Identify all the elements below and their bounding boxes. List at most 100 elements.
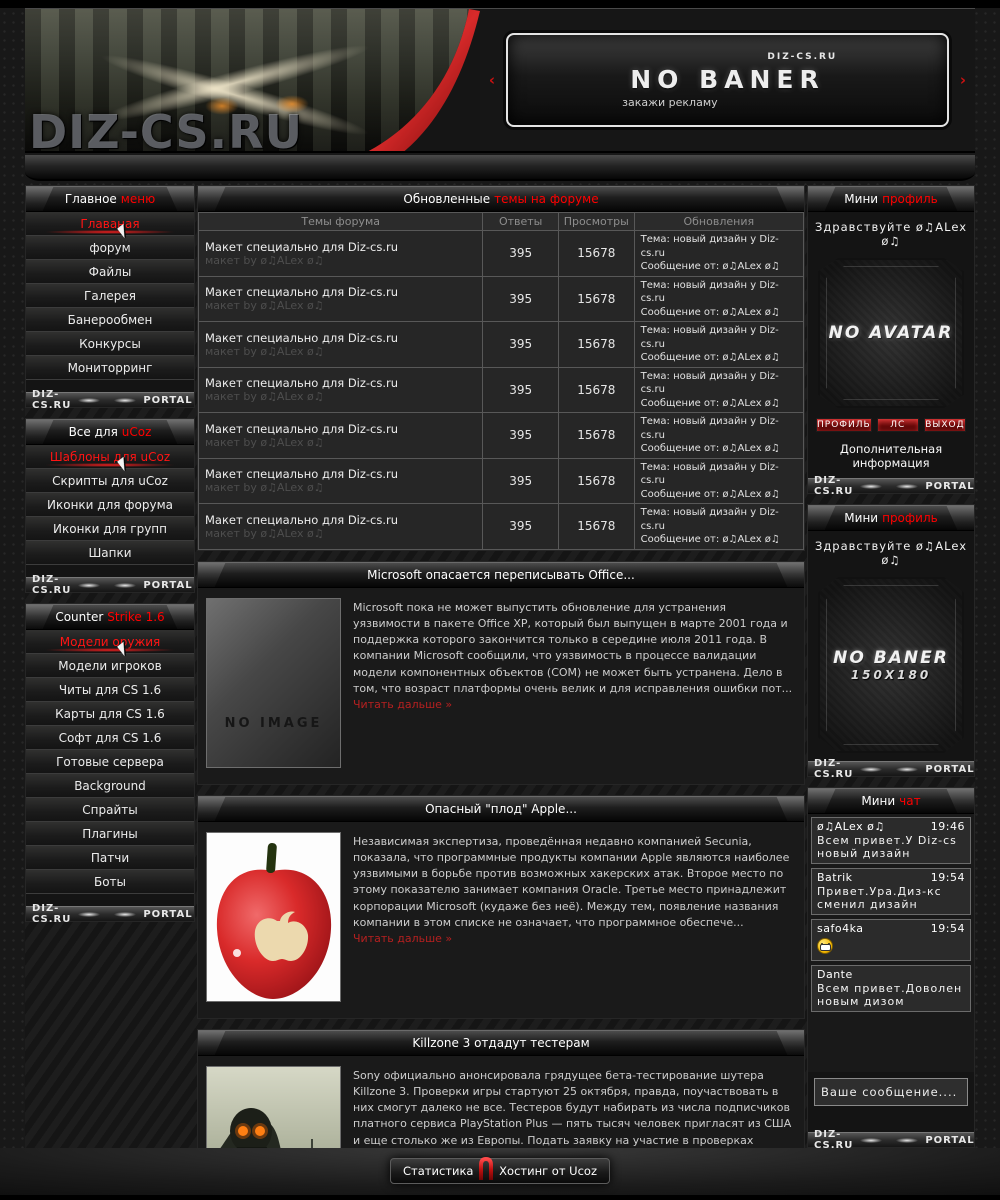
menu-item[interactable]: Боты — [26, 870, 194, 894]
chat-message: safo4ka 19:54 — [811, 919, 971, 961]
page: DIZ-CS.RU ‹ DIZ-CS.RU NO BANER закажи ре… — [0, 0, 1000, 1200]
chat-timestamp: 19:54 — [931, 871, 965, 884]
portal-bar: DIZ-CS.RU PORTAL — [26, 392, 194, 407]
chat-timestamp: 19:46 — [931, 820, 965, 833]
forum-topic-row[interactable]: Макет специально для Diz-cs.ruмакет by ø… — [199, 322, 804, 368]
menu-item[interactable]: Патчи — [26, 846, 194, 870]
header-ad-banner[interactable]: DIZ-CS.RU NO BANER закажи рекламу — [506, 33, 949, 127]
menu-item[interactable]: Шаблоны для uCoz — [26, 445, 194, 469]
menu-item[interactable]: Конкурсы — [26, 332, 194, 356]
title-accent: темы на форуме — [494, 192, 598, 206]
menu-item[interactable]: Читы для CS 1.6 — [26, 678, 194, 702]
title-accent: Strike 1.6 — [107, 610, 164, 624]
read-more-link[interactable]: Читать дальше » — [353, 698, 452, 711]
col-header-replies: Ответы — [483, 213, 559, 231]
profile-action-button[interactable]: ЛС — [877, 418, 919, 432]
cs16-menu-title: Counter Strike 1.6 — [26, 604, 194, 630]
chat-username[interactable]: ø♫ALex ø♫ — [817, 820, 885, 833]
forum-topic-row[interactable]: Макет специально для Diz-cs.ruмакет by ø… — [199, 458, 804, 504]
news-title: Опасный "плод" Apple... — [198, 796, 804, 822]
portal-bar-site[interactable]: DIZ-CS.RU — [32, 574, 71, 596]
title-accent: чат — [899, 794, 920, 808]
site-container: DIZ-CS.RU ‹ DIZ-CS.RU NO BANER закажи ре… — [25, 8, 975, 1200]
banner-main-label: NO BANER — [508, 65, 947, 94]
footer-hosting-link[interactable]: Хостинг от Ucoz — [499, 1164, 597, 1178]
chat-username[interactable]: Batrik — [817, 871, 853, 884]
portal-bar-portal[interactable]: PORTAL — [925, 764, 974, 775]
footer-stats-link[interactable]: Статистика — [403, 1164, 473, 1178]
banner-next-arrow[interactable]: › — [957, 71, 969, 89]
chat-username[interactable]: Dante — [817, 968, 853, 981]
menu-item[interactable]: Банерообмен — [26, 308, 194, 332]
chat-timestamp: 19:54 — [931, 922, 965, 935]
header-banner-art: DIZ-CS.RU — [25, 9, 480, 151]
no-baner-placeholder[interactable]: NO BANER 150X180 — [818, 577, 964, 753]
bottom-strip — [0, 1195, 1000, 1200]
mini-chat-title: Мини чат — [808, 788, 974, 814]
menu-item[interactable]: Плагины — [26, 822, 194, 846]
portal-bar-portal[interactable]: PORTAL — [925, 481, 974, 492]
site-logo: DIZ-CS.RU — [29, 105, 303, 151]
menu-item[interactable]: Модели оружия — [26, 630, 194, 654]
header-divider-band — [25, 155, 975, 181]
col-header-updates: Обновления — [634, 213, 803, 231]
profile-action-button[interactable]: ВЫХОД — [924, 418, 966, 432]
profile-action-button[interactable]: ПРОФИЛЬ — [816, 418, 872, 432]
menu-item[interactable]: Галерея — [26, 284, 194, 308]
portal-bar-portal[interactable]: PORTAL — [143, 395, 192, 406]
portal-bar-portal[interactable]: PORTAL — [925, 1135, 974, 1146]
no-image-label: NO IMAGE — [207, 716, 340, 731]
forum-topic-row[interactable]: Макет специально для Diz-cs.ruмакет by ø… — [199, 276, 804, 322]
article-text: Microsoft пока не может выпустить обновл… — [353, 601, 792, 695]
cs16-menu-list: Модели оружия Модели игроков — [26, 630, 194, 894]
menu-item[interactable]: Карты для CS 1.6 — [26, 702, 194, 726]
menu-item[interactable]: Софт для CS 1.6 — [26, 726, 194, 750]
menu-item[interactable]: Главаная — [26, 212, 194, 236]
menu-item[interactable]: Файлы — [26, 260, 194, 284]
banner-site-label: DIZ-CS.RU — [767, 52, 837, 62]
portal-bar-site[interactable]: DIZ-CS.RU — [814, 758, 853, 780]
chat-message-input[interactable] — [814, 1078, 968, 1106]
ucoz-menu-list: Шаблоны для uCoz Скрипты для uCoz — [26, 445, 194, 565]
left-sidebar: Главное меню Главаная — [25, 185, 195, 1200]
grin-smiley-icon — [817, 938, 833, 954]
footer-bar: Статистика Хостинг от Ucoz — [390, 1158, 610, 1184]
menu-item[interactable]: Шапки — [26, 541, 194, 565]
menu-item[interactable]: Модели игроков — [26, 654, 194, 678]
chat-username[interactable]: safo4ka — [817, 922, 864, 935]
banner-sub-label: закажи рекламу — [622, 96, 718, 109]
col-header-views: Просмотры — [558, 213, 634, 231]
menu-item[interactable]: Иконки для форума — [26, 493, 194, 517]
read-more-link[interactable]: Читать дальше » — [353, 932, 452, 945]
menu-item[interactable]: Мониторринг — [26, 356, 194, 380]
menu-item[interactable]: Иконки для групп — [26, 517, 194, 541]
banner-prev-arrow[interactable]: ‹ — [486, 71, 498, 89]
portal-bar-glows — [853, 484, 925, 489]
menu-item[interactable]: Скрипты для uCoz — [26, 469, 194, 493]
portal-bar-site[interactable]: DIZ-CS.RU — [32, 903, 71, 925]
forum-topic-row[interactable]: Макет специально для Diz-cs.ruмакет by ø… — [199, 504, 804, 550]
no-avatar-image: NO AVATAR — [818, 258, 964, 408]
header-ad-zone: ‹ DIZ-CS.RU NO BANER закажи рекламу › — [480, 9, 975, 151]
main-menu-block: Главное меню Главаная — [25, 185, 195, 408]
title-text: Опасный "плод" Apple... — [425, 802, 577, 816]
portal-bar-portal[interactable]: PORTAL — [143, 909, 192, 920]
main-column: Обновленные темы на форуме Темы форума О… — [197, 185, 805, 1200]
site-header: DIZ-CS.RU ‹ DIZ-CS.RU NO BANER закажи ре… — [25, 8, 975, 153]
portal-bar-site[interactable]: DIZ-CS.RU — [32, 389, 71, 411]
title-text: Главное — [65, 192, 117, 206]
forum-topic-row[interactable]: Макет специально для Diz-cs.ruмакет by ø… — [199, 367, 804, 413]
chat-message-list: ø♫ALex ø♫ 19:46 Всем привет.У Diz-cs нов… — [808, 814, 974, 1072]
forum-topic-row[interactable]: Макет специально для Diz-cs.ruмакет by ø… — [199, 231, 804, 277]
no-image-placeholder: NO IMAGE — [206, 598, 341, 768]
forum-topic-row[interactable]: Макет специально для Diz-cs.ruмакет by ø… — [199, 413, 804, 459]
menu-item[interactable]: Спрайты — [26, 798, 194, 822]
portal-bar-site[interactable]: DIZ-CS.RU — [814, 475, 853, 497]
menu-item[interactable]: форум — [26, 236, 194, 260]
menu-item[interactable]: Background — [26, 774, 194, 798]
portal-bar-portal[interactable]: PORTAL — [143, 580, 192, 591]
menu-item[interactable]: Готовые сервера — [26, 750, 194, 774]
chat-message: Dante Всем привет.Доволен новым дизом — [811, 965, 971, 1012]
portal-bar: DIZ-CS.RU PORTAL — [26, 577, 194, 592]
title-text: Обновленные — [403, 192, 490, 206]
